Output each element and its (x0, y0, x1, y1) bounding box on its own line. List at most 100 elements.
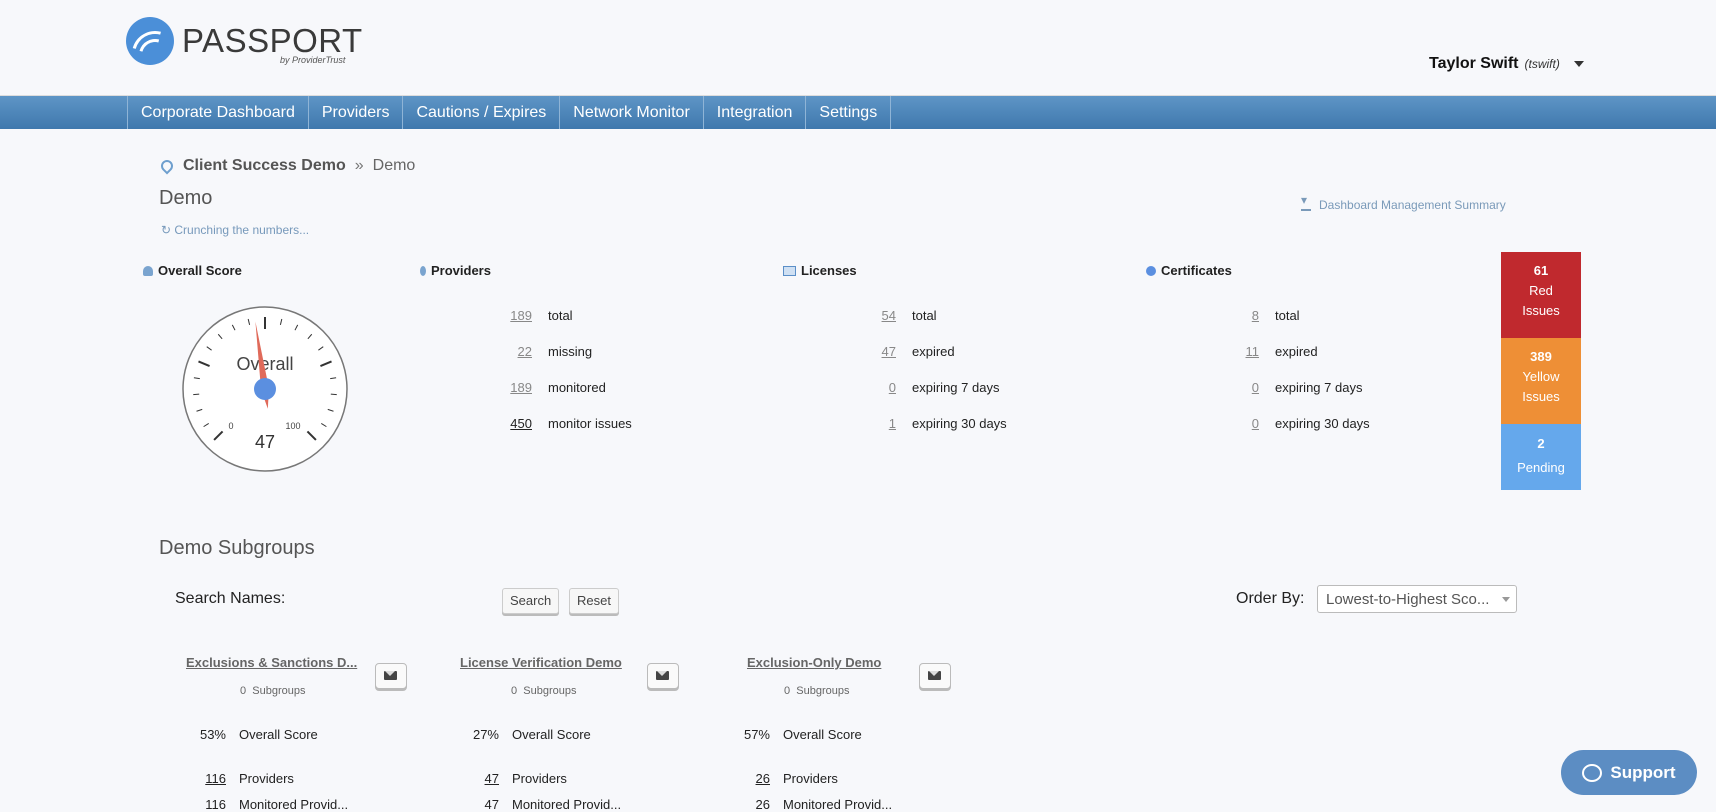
providers-monitored-value[interactable]: 189 (492, 380, 532, 395)
order-by-label: Order By: (1236, 590, 1304, 608)
red-issues-count: 61 (1501, 261, 1581, 281)
certificates-expiring-7-value[interactable]: 0 (1219, 380, 1259, 395)
order-by-value: Lowest-to-Highest Sco... (1326, 591, 1489, 608)
breadcrumb-parent-link[interactable]: Client Success Demo (183, 157, 346, 175)
search-button[interactable]: Search (502, 588, 559, 614)
reset-button[interactable]: Reset (569, 588, 619, 614)
nav-cautions-expires[interactable]: Cautions / Expires (403, 96, 560, 129)
subgroup-count-value: 0 (240, 685, 246, 697)
nav-settings[interactable]: Settings (806, 96, 891, 129)
subgroup-score-row: 27%Overall Score (459, 727, 591, 742)
subgroup-monitored-value: 47 (459, 797, 499, 812)
subgroup-monitored-row: 47 Monitored Provid... (459, 797, 621, 812)
certificate-icon (1146, 266, 1156, 276)
subgroup-count-label: Subgroups (796, 685, 849, 697)
yellow-issues-tile[interactable]: 389 Yellow Issues (1501, 338, 1581, 424)
licenses-total-value[interactable]: 54 (856, 308, 896, 323)
subgroup-providers-row: 116 Providers (186, 771, 294, 786)
logo-text: PASSPORT (182, 24, 363, 58)
providers-total-row: 189total (492, 308, 573, 323)
nav-providers[interactable]: Providers (309, 96, 404, 129)
nav-network-monitor[interactable]: Network Monitor (560, 96, 703, 129)
subgroup-providers-row: 26Providers (730, 771, 838, 786)
support-button[interactable]: Support (1561, 750, 1697, 795)
user-menu[interactable]: Taylor Swift (tswift) (1429, 55, 1584, 73)
subgroup-score-value: 53% (186, 727, 226, 742)
certificates-label: Certificates (1161, 263, 1232, 278)
subgroup-name-link[interactable]: Exclusions & Sanctions D... (186, 655, 357, 670)
certificates-expired-label: expired (1275, 344, 1318, 359)
licenses-total-row: 54 total (856, 308, 937, 323)
subgroup-monitored-value: 26 (730, 797, 770, 812)
providers-monitor-issues-value[interactable]: 450 (492, 416, 532, 431)
subgroup-count: 0 Subgroups (784, 685, 849, 697)
licenses-expiring-7-label: expiring 7 days (912, 380, 999, 395)
subgroup-score-label: Overall Score (783, 727, 862, 742)
subgroup-providers-label: Providers (512, 771, 567, 786)
licenses-expired-value[interactable]: 47 (856, 344, 896, 359)
licenses-expiring-7-value[interactable]: 0 (856, 380, 896, 395)
providers-monitored-row: 189 monitored (492, 380, 606, 395)
red-issues-label-1: Red (1501, 281, 1581, 301)
user-handle: (tswift) (1525, 57, 1560, 71)
nav-integration[interactable]: Integration (704, 96, 807, 129)
subgroup-name-link[interactable]: Exclusion-Only Demo (747, 655, 881, 670)
certificates-title: Certificates (1146, 263, 1232, 278)
logo-subtext: by ProviderTrust (280, 55, 345, 65)
providers-missing-value[interactable]: 22 (492, 344, 532, 359)
certificates-total-value[interactable]: 8 (1219, 308, 1259, 323)
breadcrumb-separator: » (355, 157, 364, 175)
page-title: Demo (159, 187, 212, 210)
licenses-expiring-30-value[interactable]: 1 (856, 416, 896, 431)
envelope-icon (384, 671, 397, 680)
app-header: PASSPORT by ProviderTrust Taylor Swift (… (0, 0, 1716, 96)
nav-corporate-dashboard[interactable]: Corporate Dashboard (128, 96, 309, 129)
pending-label: Pending (1501, 458, 1581, 478)
subgroup-providers-value[interactable]: 116 (186, 771, 226, 786)
subgroup-score-label: Overall Score (512, 727, 591, 742)
certificates-expiring-30-value[interactable]: 0 (1219, 416, 1259, 431)
download-summary-link[interactable]: Dashboard Management Summary (1301, 198, 1506, 212)
loading-status: ↻ Crunching the numbers... (161, 223, 309, 237)
licenses-expiring-30-label: expiring 30 days (912, 416, 1007, 431)
subgroup-providers-value[interactable]: 47 (459, 771, 499, 786)
overall-score-label: Overall Score (158, 263, 242, 278)
subgroup-monitored-row: 26Monitored Provid... (730, 797, 892, 812)
issues-summary: 61 Red Issues 389 Yellow Issues 2 Pendin… (1501, 252, 1581, 490)
passport-logo[interactable]: PASSPORT by ProviderTrust (126, 17, 363, 65)
pending-tile[interactable]: 2 Pending (1501, 424, 1581, 490)
subgroup-providers-label: Providers (239, 771, 294, 786)
download-icon (1301, 199, 1311, 211)
subgroup-providers-value[interactable]: 26 (730, 771, 770, 786)
email-button[interactable] (375, 663, 407, 689)
location-pin-icon (159, 158, 176, 175)
yellow-issues-label-1: Yellow (1501, 367, 1581, 387)
subgroup-count-value: 0 (511, 685, 517, 697)
subgroup-monitored-label: Monitored Provid... (512, 797, 621, 812)
certificates-expired-value[interactable]: 11 (1219, 344, 1259, 359)
providers-monitored-label: monitored (548, 380, 606, 395)
email-button[interactable] (919, 663, 951, 689)
providers-total-value[interactable]: 189 (492, 308, 532, 323)
order-by-select[interactable]: Lowest-to-Highest Sco... (1317, 585, 1517, 613)
subgroup-count-label: Subgroups (523, 685, 576, 697)
subgroup-monitored-row: 116Monitored Provid... (186, 797, 348, 812)
subgroup-monitored-label: Monitored Provid... (239, 797, 348, 812)
certificates-expiring-7-row: 0 expiring 7 days (1219, 380, 1362, 395)
subgroup-score-row: 53%Overall Score (186, 727, 318, 742)
licenses-expiring-30-row: 1 expiring 30 days (856, 416, 1007, 431)
subgroup-name-link[interactable]: License Verification Demo (460, 655, 622, 670)
yellow-issues-label-2: Issues (1501, 387, 1581, 407)
breadcrumb: Client Success Demo » Demo (161, 157, 415, 175)
licenses-title: Licenses (783, 263, 857, 278)
subgroup-score-value: 57% (730, 727, 770, 742)
providers-monitor-issues-row: 450 monitor issues (492, 416, 632, 431)
person-icon (420, 266, 426, 276)
certificates-expiring-7-label: expiring 7 days (1275, 380, 1362, 395)
red-issues-tile[interactable]: 61 Red Issues (1501, 252, 1581, 338)
gauge-value: 47 (255, 432, 275, 452)
email-button[interactable] (647, 663, 679, 689)
providers-monitor-issues-label: monitor issues (548, 416, 632, 431)
licenses-total-label: total (912, 308, 937, 323)
providers-missing-label: missing (548, 344, 592, 359)
